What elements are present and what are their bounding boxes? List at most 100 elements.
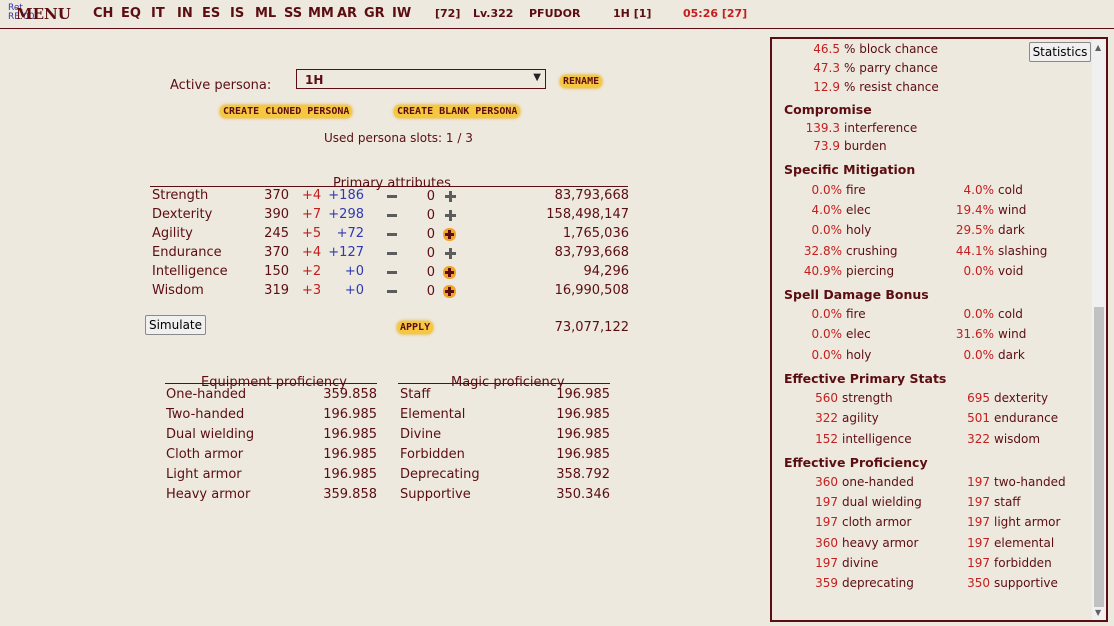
mitigation-stat: 0.0% fire [796, 183, 866, 197]
mitigation-stat-value: 0.0% [811, 223, 843, 238]
spell-damage-stat-value: 0.0% [811, 327, 843, 342]
equipment-proficiency-name: Heavy armor [166, 487, 251, 502]
nav-ml[interactable]: ML [255, 6, 276, 21]
nav-in[interactable]: IN [177, 6, 193, 21]
equipment-proficiency-value: 359.858 [323, 487, 377, 502]
mitigation-stat-value: 4.0% [963, 183, 995, 197]
attribute-bonus: +298 [328, 207, 364, 222]
clock: 05:26 [27] [683, 7, 748, 20]
menu-button[interactable]: MENU [16, 5, 71, 23]
mitigation-stat: 0.0% holy [796, 223, 872, 238]
nav-es[interactable]: ES [202, 6, 220, 21]
mitigation-stat-label: dark [998, 223, 1025, 238]
effective-proficiency-stat-label: staff [994, 495, 1021, 510]
attribute-exp-cost: 94,296 [583, 264, 630, 279]
mitigation-stat-value: 19.4% [955, 203, 994, 218]
scrollbar[interactable]: ▲ ▼ [1092, 39, 1106, 620]
specific-mitigation-heading: Specific Mitigation [784, 162, 916, 177]
effective-proficiency-stat-value: 360 [815, 535, 838, 550]
attribute-bonus: +0 [344, 283, 364, 298]
attribute-bonus: +72 [336, 226, 364, 241]
scroll-up-icon[interactable]: ▲ [1095, 43, 1101, 52]
nav-gr[interactable]: GR [364, 6, 385, 21]
create-blank-persona-button[interactable]: CREATE BLANK PERSONA [394, 105, 521, 118]
effective-proficiency-stat: 197 dual wielding [796, 495, 922, 509]
chevron-down-icon: ▼ [533, 72, 541, 83]
effective-proficiency-stat: 197 elemental [948, 536, 1054, 550]
effective-primary-stat: 322 agility [796, 411, 879, 425]
effective-proficiency-stat: 350 supportive [948, 576, 1058, 590]
nav-mm[interactable]: MM [308, 6, 334, 21]
effective-primary-stat-label: dexterity [994, 391, 1049, 405]
persona-indicator: 1H [1] [613, 7, 652, 20]
effective-proficiency-stat: 197 cloth armor [796, 515, 911, 529]
plus-icon[interactable] [443, 285, 456, 298]
effective-proficiency-stat: 197 forbidden [948, 556, 1052, 570]
attribute-name: Strength [152, 188, 209, 203]
mitigation-stat-value: 0.0% [963, 263, 995, 278]
spell-damage-stat-label: cold [998, 307, 1023, 321]
equipment-proficiency-value: 359.858 [323, 387, 377, 402]
spell-damage-stat: 0.0% fire [796, 307, 866, 321]
effective-primary-stat-value: 501 [967, 411, 990, 426]
attribute-bonus: +0 [344, 264, 364, 279]
persona-selected-value: 1H [305, 73, 324, 87]
magic-proficiency-value: 196.985 [556, 407, 610, 422]
mitigation-stat: 40.9% piercing [796, 264, 894, 278]
effective-proficiency-stat-label: deprecating [842, 576, 914, 590]
spell-damage-stat-value: 0.0% [963, 347, 995, 362]
nav-is[interactable]: IS [230, 6, 244, 21]
attribute-name: Agility [152, 226, 193, 241]
equipment-proficiency-value: 196.985 [323, 407, 377, 422]
effective-primary-heading: Effective Primary Stats [784, 371, 947, 386]
nav-iw[interactable]: IW [392, 6, 411, 21]
mitigation-stat: 19.4% wind [948, 203, 1027, 218]
scroll-thumb[interactable] [1094, 307, 1104, 607]
simulate-button[interactable]: Simulate [145, 315, 206, 335]
effective-proficiency-stat-label: supportive [994, 576, 1058, 590]
effective-primary-stat-value: 322 [815, 411, 838, 426]
mitigation-stat-label: holy [846, 223, 872, 238]
compromise-stat: 73.9 burden [792, 139, 887, 153]
minus-icon[interactable] [387, 195, 397, 198]
minus-icon[interactable] [387, 214, 397, 217]
nav-ch[interactable]: CH [93, 6, 113, 21]
rename-button[interactable]: RENAME [560, 75, 603, 88]
apply-button[interactable]: APPLY [397, 321, 434, 334]
attribute-base: 370 [264, 245, 289, 260]
effective-proficiency-stat-label: heavy armor [842, 535, 919, 550]
scroll-down-icon[interactable]: ▼ [1095, 608, 1101, 617]
plus-icon[interactable] [445, 191, 456, 202]
minus-icon[interactable] [387, 290, 397, 293]
nav-it[interactable]: IT [151, 6, 165, 21]
attribute-exp-cost: 158,498,147 [546, 207, 629, 222]
statistics-button[interactable]: Statistics [1029, 42, 1091, 62]
effective-proficiency-stat-label: one-handed [842, 475, 914, 489]
attribute-exp-cost: 83,793,668 [554, 188, 629, 203]
mitigation-stat: 29.5% dark [948, 223, 1025, 237]
minus-icon[interactable] [387, 271, 397, 274]
mitigation-stat-value: 4.0% [811, 203, 843, 218]
spell-damage-stat-value: 0.0% [963, 307, 995, 321]
minus-icon[interactable] [387, 252, 397, 255]
equipment-proficiency-name: Light armor [166, 467, 242, 482]
plus-icon[interactable] [445, 210, 456, 221]
nav-eq[interactable]: EQ [121, 6, 141, 21]
attribute-base: 319 [264, 283, 289, 298]
persona-select[interactable]: 1H ▼ [296, 69, 546, 89]
create-cloned-persona-button[interactable]: CREATE CLONED PERSONA [220, 105, 353, 118]
equipment-proficiency-name: One-handed [166, 387, 247, 402]
attribute-base: 390 [264, 207, 289, 222]
plus-icon[interactable] [443, 228, 456, 241]
nav-ss[interactable]: SS [284, 6, 302, 21]
attribute-name: Wisdom [152, 283, 204, 298]
compromise-stat-value: 73.9 [813, 139, 840, 153]
plus-icon[interactable] [443, 266, 456, 279]
compromise-stat-label: burden [844, 139, 887, 153]
magic-proficiency-value: 196.985 [556, 387, 610, 402]
effective-proficiency-stat: 197 light armor [948, 515, 1060, 529]
minus-icon[interactable] [387, 233, 397, 236]
plus-icon[interactable] [445, 248, 456, 259]
nav-ar[interactable]: AR [337, 6, 357, 21]
effective-proficiency-stat-value: 360 [815, 475, 838, 489]
